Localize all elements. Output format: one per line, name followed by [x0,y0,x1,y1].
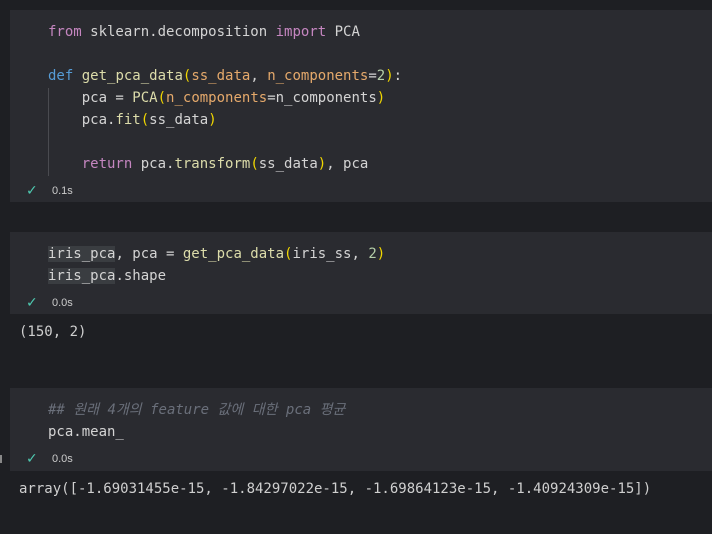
code-token: def [48,68,74,84]
code-token: ss_data [149,112,209,128]
code-token: : [393,68,403,84]
code-token: fit [115,112,141,128]
code-token: ( [250,156,259,172]
check-icon: ✓ [26,451,38,467]
code-token: ) [317,156,327,172]
cell-output: array([-1.69031455e-15, -1.84297022e-15,… [19,481,652,497]
code-line: pca = PCA(n_components=n_components) [48,88,386,108]
code-token: 2 [368,246,377,262]
code-token: PCA [326,24,360,40]
code-token: pca. [132,156,175,172]
check-icon: ✓ [26,295,38,311]
check-icon: ✓ [26,183,38,199]
code-line: pca.mean_ [48,422,124,442]
code-cell-2[interactable]: iris_pca, pca = get_pca_data(iris_ss, 2)… [10,232,712,314]
code-token: transform [174,156,251,172]
code-token: , pca [326,156,369,172]
code-token: ) [208,112,217,128]
code-line: def get_pca_data(ss_data, n_components=2… [48,66,402,86]
code-token: return [81,156,133,172]
execution-status: ✓ 0.0s [10,293,73,313]
code-token: pca.mean_ [48,424,124,440]
code-token: ss_data [258,156,318,172]
code-token: n_components [166,90,268,106]
code-line: return pca.transform(ss_data), pca [48,154,369,174]
code-cell-3[interactable]: ## 원래 4개의 feature 값에 대한 pca 평균 pca.mean_… [10,388,712,471]
gutter-marker [0,455,2,463]
code-token: 2 [376,68,386,84]
code-line: pca.fit(ss_data) [48,110,217,130]
code-token: ( [157,90,167,106]
code-token: pca = [48,90,133,106]
code-token: iris_pca [48,268,116,284]
execution-status: ✓ 0.0s [10,449,73,469]
code-token: ) [376,90,386,106]
execution-time: 0.0s [52,453,73,465]
code-token: ) [385,68,394,84]
code-token: pca. [48,112,116,128]
code-token: from [48,24,82,40]
code-token: PCA [132,90,158,106]
execution-time: 0.1s [52,185,73,197]
code-token: iris_pca [48,246,116,262]
code-line: ## 원래 4개의 feature 값에 대한 pca 평균 [48,400,345,420]
code-token: sklearn.decomposition [81,24,276,40]
code-token: get_pca_data [182,246,285,262]
code-token: ## 원래 4개의 feature 값에 대한 pca 평균 [48,402,346,418]
execution-time: 0.0s [52,297,73,309]
execution-status: ✓ 0.1s [10,181,73,201]
code-line: iris_pca.shape [48,266,166,286]
code-line: from sklearn.decomposition import PCA [48,22,360,42]
code-token: import [275,24,327,40]
code-token: get_pca_data [81,68,183,84]
code-token: , [250,68,268,84]
cell-output: (150, 2) [19,324,87,340]
code-token: .shape [115,268,167,284]
code-token: iris_ss, [292,246,369,262]
code-token: ss_data [191,68,251,84]
code-token: n_components [267,68,369,84]
code-token: , pca = [115,246,183,262]
code-token: ( [140,112,150,128]
code-token: = [368,68,377,84]
code-token: =n_components [267,90,377,106]
code-line: iris_pca, pca = get_pca_data(iris_ss, 2) [48,244,385,264]
code-token: ) [376,246,386,262]
code-cell-1[interactable]: from sklearn.decomposition import PCA de… [10,10,712,202]
